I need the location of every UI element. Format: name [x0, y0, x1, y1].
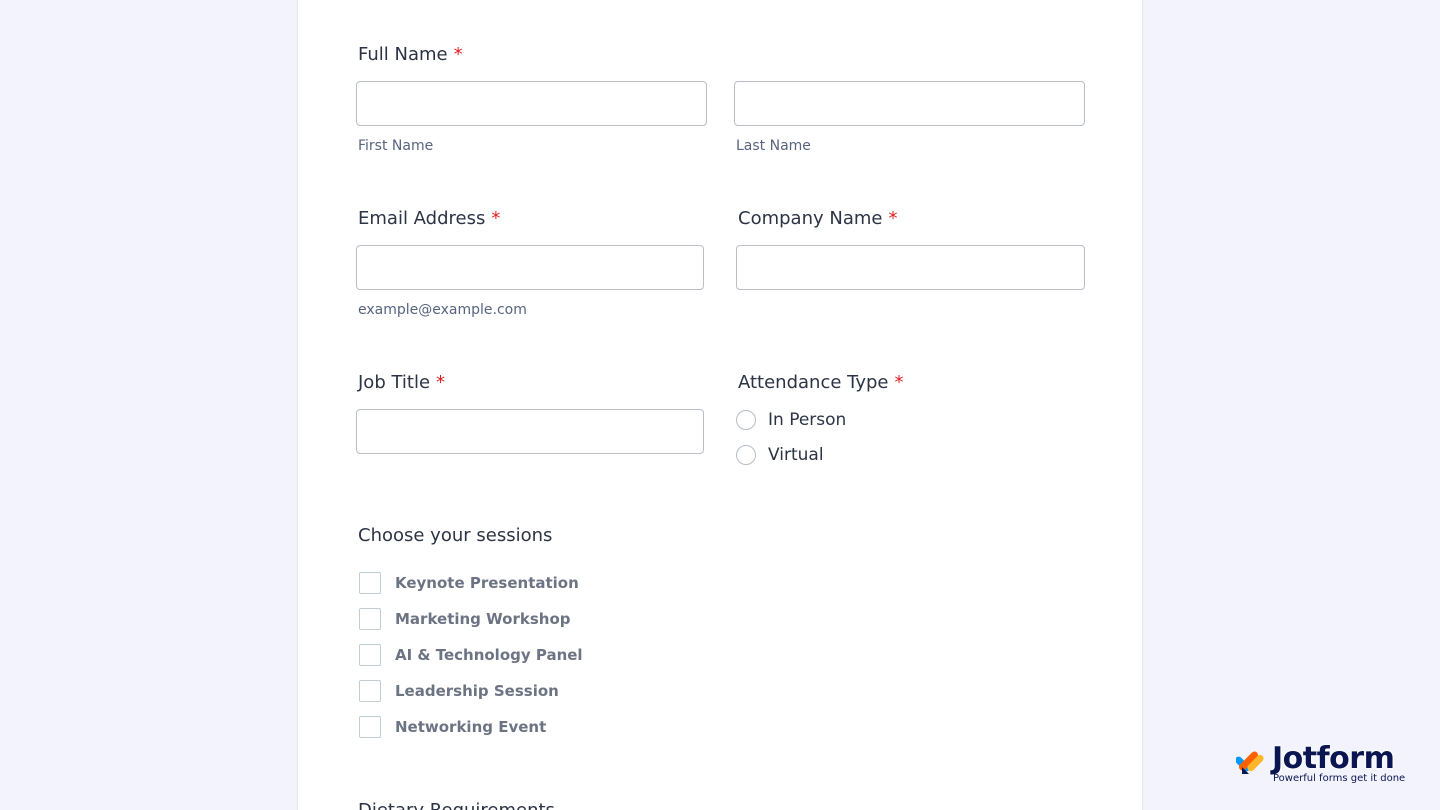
- radio-label: Virtual: [768, 445, 824, 465]
- email-sublabel: example@example.com: [358, 302, 527, 318]
- email-label-text: Email Address: [358, 208, 486, 229]
- dietary-requirements-label: Dietary Requirements: [358, 800, 555, 810]
- session-option-ai-panel[interactable]: AI & Technology Panel: [359, 644, 583, 666]
- checkbox[interactable]: [359, 680, 381, 702]
- radio-button[interactable]: [736, 410, 756, 430]
- attendance-option-virtual[interactable]: Virtual: [736, 443, 824, 467]
- checkbox[interactable]: [359, 572, 381, 594]
- checkbox-label: Leadership Session: [395, 682, 559, 700]
- jotform-logo-icon: [1236, 751, 1264, 774]
- page: Full Name * First Name Last Name Email Ad…: [0, 0, 1440, 810]
- email-label: Email Address *: [358, 210, 500, 228]
- job-title-label: Job Title *: [358, 374, 445, 392]
- checkbox[interactable]: [359, 716, 381, 738]
- company-label: Company Name *: [738, 210, 897, 228]
- required-asterisk: *: [894, 372, 904, 393]
- email-input[interactable]: [356, 245, 704, 290]
- checkbox-label: Keynote Presentation: [395, 574, 579, 592]
- job-title-label-text: Job Title: [358, 372, 431, 393]
- jotform-badge[interactable]: Jotform Powerful forms get it done: [1236, 744, 1406, 790]
- full-name-label-text: Full Name: [358, 44, 448, 65]
- checkbox-label: Marketing Workshop: [395, 610, 571, 628]
- job-title-input[interactable]: [356, 409, 704, 454]
- required-asterisk: *: [436, 372, 446, 393]
- session-option-leadership[interactable]: Leadership Session: [359, 680, 559, 702]
- checkbox[interactable]: [359, 608, 381, 630]
- checkbox[interactable]: [359, 644, 381, 666]
- radio-button[interactable]: [736, 445, 756, 465]
- attendance-label: Attendance Type *: [738, 374, 904, 392]
- jotform-tagline: Powerful forms get it done: [1273, 773, 1406, 784]
- full-name-label: Full Name *: [358, 46, 463, 64]
- sessions-label: Choose your sessions: [358, 525, 553, 546]
- company-input[interactable]: [736, 245, 1085, 290]
- jotform-wordmark: Jotform: [1272, 741, 1395, 776]
- required-asterisk: *: [453, 44, 463, 65]
- last-name-input[interactable]: [734, 81, 1085, 126]
- attendance-label-text: Attendance Type: [738, 372, 889, 393]
- required-asterisk: *: [888, 208, 898, 229]
- checkbox-label: Networking Event: [395, 718, 547, 736]
- session-option-keynote[interactable]: Keynote Presentation: [359, 572, 579, 594]
- last-name-sublabel: Last Name: [736, 138, 811, 154]
- first-name-input[interactable]: [356, 81, 707, 126]
- required-asterisk: *: [491, 208, 501, 229]
- checkbox-label: AI & Technology Panel: [395, 646, 583, 664]
- session-option-marketing[interactable]: Marketing Workshop: [359, 608, 570, 630]
- first-name-sublabel: First Name: [358, 138, 434, 154]
- radio-label: In Person: [768, 410, 847, 430]
- attendance-option-in-person[interactable]: In Person: [736, 408, 846, 432]
- session-option-networking[interactable]: Networking Event: [359, 716, 546, 738]
- company-label-text: Company Name: [738, 208, 883, 229]
